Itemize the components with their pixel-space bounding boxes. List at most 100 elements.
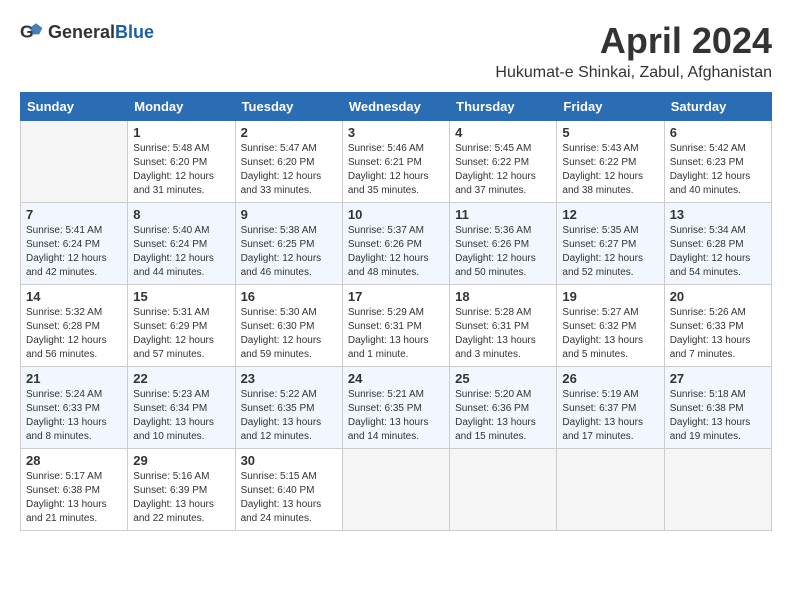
- day-info: Sunrise: 5:19 AM Sunset: 6:37 PM Dayligh…: [562, 388, 658, 444]
- calendar-cell: 4 Sunrise: 5:45 AM Sunset: 6:22 PM Daylig…: [450, 121, 557, 203]
- day-info: Sunrise: 5:17 AM Sunset: 6:38 PM Dayligh…: [26, 470, 122, 526]
- calendar-title: April 2024: [495, 20, 772, 62]
- day-info: Sunrise: 5:41 AM Sunset: 6:24 PM Dayligh…: [26, 224, 122, 280]
- day-info: Sunrise: 5:18 AM Sunset: 6:38 PM Dayligh…: [670, 388, 766, 444]
- day-number: 19: [562, 289, 658, 304]
- logo: G GeneralBlue: [20, 20, 154, 44]
- day-info: Sunrise: 5:46 AM Sunset: 6:21 PM Dayligh…: [348, 142, 444, 198]
- day-info: Sunrise: 5:38 AM Sunset: 6:25 PM Dayligh…: [241, 224, 337, 280]
- day-number: 14: [26, 289, 122, 304]
- header: G GeneralBlue April 2024 Hukumat-e Shink…: [20, 20, 772, 82]
- day-info: Sunrise: 5:43 AM Sunset: 6:22 PM Dayligh…: [562, 142, 658, 198]
- calendar-cell: 3 Sunrise: 5:46 AM Sunset: 6:21 PM Daylig…: [342, 121, 449, 203]
- weekday-header: Sunday: [21, 93, 128, 121]
- day-info: Sunrise: 5:29 AM Sunset: 6:31 PM Dayligh…: [348, 306, 444, 362]
- calendar-subtitle: Hukumat-e Shinkai, Zabul, Afghanistan: [495, 64, 772, 82]
- calendar-cell: [557, 449, 664, 531]
- calendar-cell: 24 Sunrise: 5:21 AM Sunset: 6:35 PM Dayli…: [342, 367, 449, 449]
- logo-text-blue: Blue: [115, 22, 154, 42]
- calendar-cell: 10 Sunrise: 5:37 AM Sunset: 6:26 PM Dayli…: [342, 203, 449, 285]
- day-info: Sunrise: 5:36 AM Sunset: 6:26 PM Dayligh…: [455, 224, 551, 280]
- calendar-cell: 11Sunrise: 5:36 AM Sunset: 6:26 PM Dayli…: [450, 203, 557, 285]
- calendar-cell: 28Sunrise: 5:17 AM Sunset: 6:38 PM Dayli…: [21, 449, 128, 531]
- calendar-cell: 1 Sunrise: 5:48 AM Sunset: 6:20 PM Daylig…: [128, 121, 235, 203]
- calendar-cell: 20 Sunrise: 5:26 AM Sunset: 6:33 PM Dayli…: [664, 285, 771, 367]
- day-number: 16: [241, 289, 337, 304]
- weekday-header: Saturday: [664, 93, 771, 121]
- calendar-body: 1 Sunrise: 5:48 AM Sunset: 6:20 PM Daylig…: [21, 121, 772, 531]
- calendar-header-row: SundayMondayTuesdayWednesdayThursdayFrid…: [21, 93, 772, 121]
- day-number: 8: [133, 207, 229, 222]
- day-number: 15: [133, 289, 229, 304]
- day-number: 3: [348, 125, 444, 140]
- day-number: 5: [562, 125, 658, 140]
- calendar-table: SundayMondayTuesdayWednesdayThursdayFrid…: [20, 92, 772, 531]
- day-number: 13: [670, 207, 766, 222]
- day-info: Sunrise: 5:47 AM Sunset: 6:20 PM Dayligh…: [241, 142, 337, 198]
- day-number: 30: [241, 453, 337, 468]
- day-info: Sunrise: 5:42 AM Sunset: 6:23 PM Dayligh…: [670, 142, 766, 198]
- day-number: 24: [348, 371, 444, 386]
- day-info: Sunrise: 5:31 AM Sunset: 6:29 PM Dayligh…: [133, 306, 229, 362]
- day-number: 2: [241, 125, 337, 140]
- day-number: 27: [670, 371, 766, 386]
- day-info: Sunrise: 5:32 AM Sunset: 6:28 PM Dayligh…: [26, 306, 122, 362]
- calendar-cell: 16 Sunrise: 5:30 AM Sunset: 6:30 PM Dayli…: [235, 285, 342, 367]
- day-number: 23: [241, 371, 337, 386]
- weekday-header: Friday: [557, 93, 664, 121]
- day-info: Sunrise: 5:23 AM Sunset: 6:34 PM Dayligh…: [133, 388, 229, 444]
- day-number: 26: [562, 371, 658, 386]
- calendar-cell: 29 Sunrise: 5:16 AM Sunset: 6:39 PM Dayli…: [128, 449, 235, 531]
- calendar-cell: 8 Sunrise: 5:40 AM Sunset: 6:24 PM Daylig…: [128, 203, 235, 285]
- calendar-week-row: 21 Sunrise: 5:24 AM Sunset: 6:33 PM Dayli…: [21, 367, 772, 449]
- calendar-cell: [664, 449, 771, 531]
- calendar-cell: 6 Sunrise: 5:42 AM Sunset: 6:23 PM Daylig…: [664, 121, 771, 203]
- day-number: 21: [26, 371, 122, 386]
- logo-icon: G: [20, 20, 44, 44]
- day-number: 9: [241, 207, 337, 222]
- day-info: Sunrise: 5:15 AM Sunset: 6:40 PM Dayligh…: [241, 470, 337, 526]
- calendar-cell: 22 Sunrise: 5:23 AM Sunset: 6:34 PM Dayli…: [128, 367, 235, 449]
- calendar-cell: 26 Sunrise: 5:19 AM Sunset: 6:37 PM Dayli…: [557, 367, 664, 449]
- day-info: Sunrise: 5:21 AM Sunset: 6:35 PM Dayligh…: [348, 388, 444, 444]
- day-info: Sunrise: 5:48 AM Sunset: 6:20 PM Dayligh…: [133, 142, 229, 198]
- day-info: Sunrise: 5:34 AM Sunset: 6:28 PM Dayligh…: [670, 224, 766, 280]
- calendar-cell: 17 Sunrise: 5:29 AM Sunset: 6:31 PM Dayli…: [342, 285, 449, 367]
- day-number: 10: [348, 207, 444, 222]
- day-number: 29: [133, 453, 229, 468]
- title-section: April 2024 Hukumat-e Shinkai, Zabul, Afg…: [495, 20, 772, 82]
- logo-text-general: General: [48, 22, 115, 42]
- calendar-cell: 21 Sunrise: 5:24 AM Sunset: 6:33 PM Dayli…: [21, 367, 128, 449]
- day-info: Sunrise: 5:20 AM Sunset: 6:36 PM Dayligh…: [455, 388, 551, 444]
- calendar-cell: 30 Sunrise: 5:15 AM Sunset: 6:40 PM Dayli…: [235, 449, 342, 531]
- day-info: Sunrise: 5:16 AM Sunset: 6:39 PM Dayligh…: [133, 470, 229, 526]
- day-number: 7: [26, 207, 122, 222]
- calendar-cell: 18Sunrise: 5:28 AM Sunset: 6:31 PM Dayli…: [450, 285, 557, 367]
- day-info: Sunrise: 5:24 AM Sunset: 6:33 PM Dayligh…: [26, 388, 122, 444]
- day-number: 25: [455, 371, 551, 386]
- calendar-cell: [342, 449, 449, 531]
- weekday-header: Tuesday: [235, 93, 342, 121]
- day-info: Sunrise: 5:40 AM Sunset: 6:24 PM Dayligh…: [133, 224, 229, 280]
- day-info: Sunrise: 5:26 AM Sunset: 6:33 PM Dayligh…: [670, 306, 766, 362]
- day-number: 1: [133, 125, 229, 140]
- calendar-cell: 5 Sunrise: 5:43 AM Sunset: 6:22 PM Daylig…: [557, 121, 664, 203]
- day-info: Sunrise: 5:45 AM Sunset: 6:22 PM Dayligh…: [455, 142, 551, 198]
- calendar-cell: 19Sunrise: 5:27 AM Sunset: 6:32 PM Dayli…: [557, 285, 664, 367]
- day-info: Sunrise: 5:37 AM Sunset: 6:26 PM Dayligh…: [348, 224, 444, 280]
- day-number: 6: [670, 125, 766, 140]
- weekday-header: Wednesday: [342, 93, 449, 121]
- calendar-week-row: 28Sunrise: 5:17 AM Sunset: 6:38 PM Dayli…: [21, 449, 772, 531]
- weekday-header: Thursday: [450, 93, 557, 121]
- day-info: Sunrise: 5:30 AM Sunset: 6:30 PM Dayligh…: [241, 306, 337, 362]
- calendar-cell: 14 Sunrise: 5:32 AM Sunset: 6:28 PM Dayli…: [21, 285, 128, 367]
- day-number: 17: [348, 289, 444, 304]
- day-number: 4: [455, 125, 551, 140]
- day-number: 20: [670, 289, 766, 304]
- calendar-cell: 13 Sunrise: 5:34 AM Sunset: 6:28 PM Dayli…: [664, 203, 771, 285]
- weekday-header: Monday: [128, 93, 235, 121]
- calendar-week-row: 1 Sunrise: 5:48 AM Sunset: 6:20 PM Daylig…: [21, 121, 772, 203]
- calendar-cell: 15 Sunrise: 5:31 AM Sunset: 6:29 PM Dayli…: [128, 285, 235, 367]
- calendar-cell: 7 Sunrise: 5:41 AM Sunset: 6:24 PM Daylig…: [21, 203, 128, 285]
- day-number: 22: [133, 371, 229, 386]
